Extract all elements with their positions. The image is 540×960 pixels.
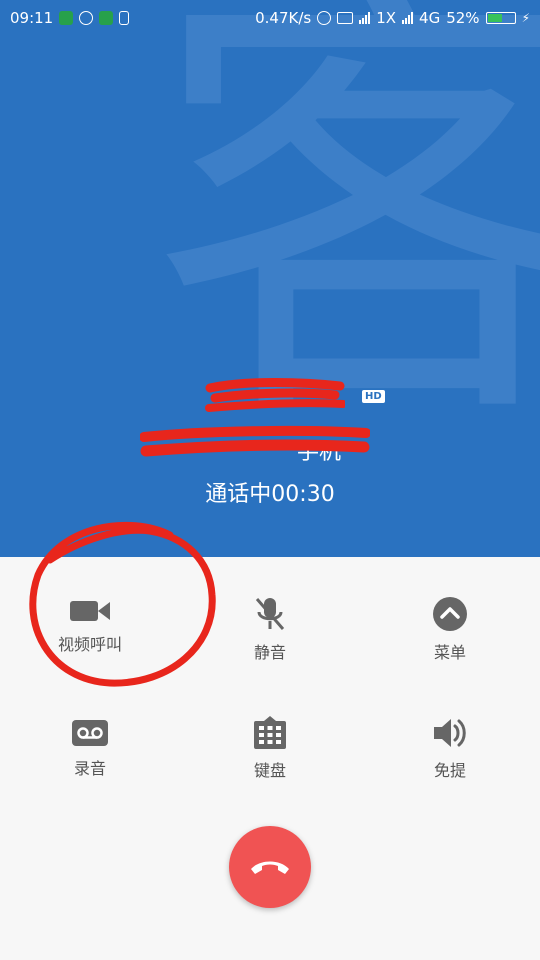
battery-icon bbox=[485, 12, 516, 24]
status-bar: 09:11 0.47K/s 1X 4G 52% ⚡ bbox=[0, 0, 540, 36]
end-call-button[interactable] bbox=[229, 826, 311, 908]
battery-percent: 52% bbox=[446, 9, 480, 27]
dialpad-icon bbox=[254, 716, 286, 749]
menu-button[interactable]: 菜单 bbox=[360, 595, 540, 663]
video-camera-icon bbox=[70, 601, 110, 621]
app-notification-icon bbox=[59, 11, 74, 25]
caller-avatar-watermark: 客 bbox=[150, 0, 540, 478]
network-speed: 0.47K/s bbox=[255, 9, 312, 27]
hd-badge: HD bbox=[362, 390, 385, 403]
mic-off-icon bbox=[255, 598, 285, 630]
sim2-network: 4G bbox=[419, 9, 441, 27]
status-time: 09:11 bbox=[10, 9, 54, 27]
video-call-label: 视频呼叫 bbox=[57, 635, 122, 654]
redaction-scribble-number bbox=[140, 425, 370, 457]
record-button[interactable]: 录音 bbox=[0, 717, 180, 779]
speaker-button[interactable]: 免提 bbox=[360, 715, 540, 781]
qq-icon bbox=[79, 11, 94, 25]
record-label: 录音 bbox=[73, 759, 106, 778]
menu-label: 菜单 bbox=[433, 643, 466, 662]
call-status: 通话中00:30 bbox=[205, 482, 335, 507]
speaker-label: 免提 bbox=[433, 761, 466, 780]
redaction-scribble-name bbox=[205, 378, 345, 412]
keypad-label: 键盘 bbox=[253, 761, 286, 780]
alarm-icon bbox=[317, 11, 332, 25]
sim1-network: 1X bbox=[376, 9, 397, 27]
hang-up-icon bbox=[251, 861, 289, 874]
charging-icon: ⚡ bbox=[521, 11, 530, 25]
chevron-up-icon bbox=[433, 597, 467, 631]
battery-saver-icon bbox=[119, 11, 130, 25]
caller-header: 客 09:11 0.47K/s 1X 4G 52% ⚡ HD 0000000手机… bbox=[0, 0, 540, 557]
speaker-icon bbox=[434, 719, 466, 747]
call-actions: 视频呼叫 静音 菜单 录音 键盘 免提 bbox=[0, 557, 540, 817]
hd-voice-icon bbox=[337, 12, 354, 24]
signal-icon-1 bbox=[359, 12, 371, 24]
voicemail-tape-icon bbox=[72, 720, 108, 746]
mute-button[interactable]: 静音 bbox=[180, 595, 360, 663]
video-call-button[interactable]: 视频呼叫 bbox=[0, 597, 180, 655]
keypad-button[interactable]: 键盘 bbox=[180, 715, 360, 781]
mute-label: 静音 bbox=[253, 643, 286, 662]
app-notification-icon-2 bbox=[99, 11, 114, 25]
signal-icon-2 bbox=[402, 12, 414, 24]
